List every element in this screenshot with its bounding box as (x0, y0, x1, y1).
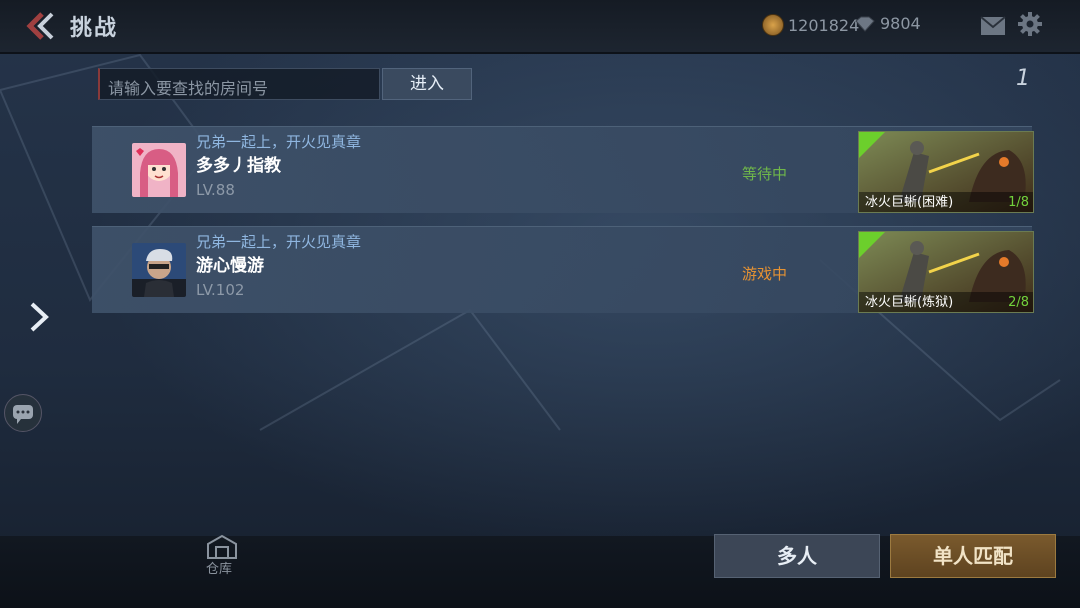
map-corner-tag (859, 232, 885, 258)
warehouse-label: 仓库 (206, 562, 233, 577)
room-status: 游戏中 (742, 265, 788, 283)
map-name: 冰火巨蜥(困难) (865, 195, 954, 210)
back-arrow-icon[interactable] (20, 10, 56, 42)
page-title: 挑战 (70, 16, 119, 41)
chat-button[interactable] (4, 394, 42, 432)
top-bar: 挑战 1201824 9804 (0, 0, 1080, 54)
map-thumbnail: 冰火巨蜥(炼狱) 2/8 (858, 231, 1034, 313)
player-level: LV.102 (196, 281, 245, 299)
room-row[interactable]: 兄弟一起上，开火见真章 游心慢游 LV.102 游戏中 冰火巨蜥(炼狱) 2/8 (92, 226, 1034, 313)
player-name: 游心慢游 (196, 256, 264, 276)
avatar (132, 243, 186, 297)
map-name: 冰火巨蜥(炼狱) (865, 295, 954, 310)
room-motto: 兄弟一起上，开火见真章 (196, 133, 362, 151)
map-corner-tag (859, 132, 885, 158)
chat-bubble-icon (13, 405, 33, 424)
expand-arrow-icon[interactable] (28, 300, 50, 334)
multiplayer-button[interactable]: 多人 (714, 534, 880, 578)
avatar (132, 143, 186, 197)
room-motto: 兄弟一起上，开火见真章 (196, 233, 362, 251)
diamond-counter: 9804 (854, 14, 921, 33)
gold-coin-icon (762, 14, 784, 36)
room-status: 等待中 (742, 165, 788, 183)
gold-counter: 1201824 (762, 14, 859, 36)
player-level: LV.88 (196, 181, 235, 199)
gold-amount: 1201824 (788, 15, 860, 35)
player-count: 2/8 (1008, 295, 1029, 310)
page-number: 1 (1016, 66, 1030, 91)
room-search-input[interactable]: 请输入要查找的房间号 (98, 68, 380, 100)
solo-match-button[interactable]: 单人匹配 (890, 534, 1056, 578)
room-row[interactable]: 兄弟一起上，开火见真章 多多丿指教 LV.88 等待中 冰火巨蜥(困难) 1/8 (92, 126, 1034, 213)
mail-icon[interactable] (980, 16, 1006, 36)
map-thumbnail: 冰火巨蜥(困难) 1/8 (858, 131, 1034, 213)
diamond-icon (855, 16, 875, 32)
enter-button[interactable]: 进入 (382, 68, 472, 100)
player-name: 多多丿指教 (196, 156, 281, 176)
player-count: 1/8 (1008, 195, 1029, 210)
gear-icon[interactable] (1018, 12, 1042, 36)
diamond-amount: 9804 (880, 14, 921, 33)
